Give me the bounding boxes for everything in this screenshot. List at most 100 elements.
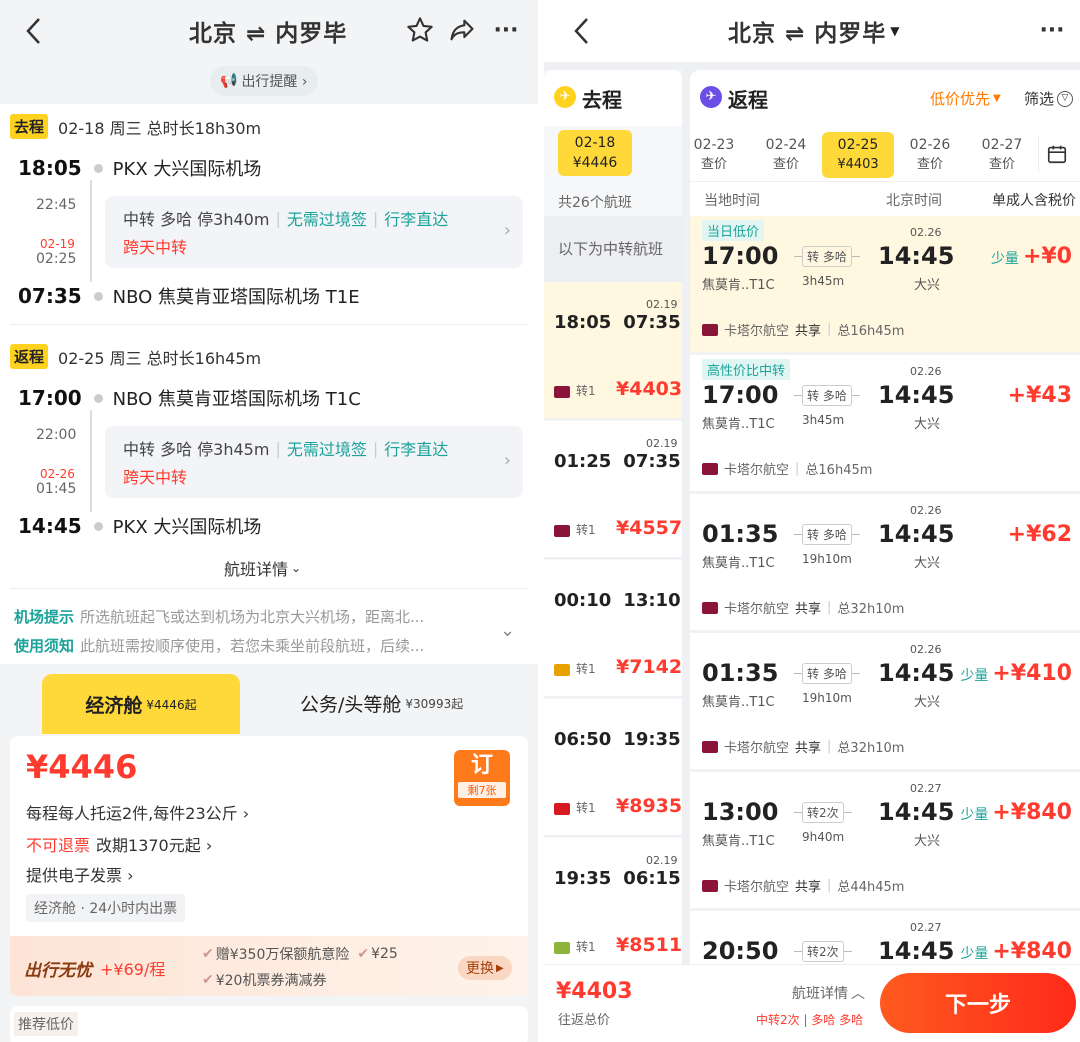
transfer-duration: 19h10m [802, 691, 852, 705]
outbound-header: 去程 02-18 周三 总时长18h30m [10, 114, 261, 139]
return-flight-row[interactable]: 01:35 焦莫肯..T1C 转 多哈 19h10m 02.26 14:45 大兴 +¥62 卡… [690, 494, 1080, 633]
arr-time: 13:10 [623, 590, 681, 611]
date-cell[interactable]: 02-24 查价 [750, 132, 822, 178]
sort-dropdown[interactable]: 低价优先 ▼ [930, 88, 1001, 109]
section-divider [10, 324, 528, 325]
inbound-dep-airport: NBO 焦莫肯亚塔国际机场 T1C [112, 389, 361, 410]
usage-notice[interactable]: 使用须知 此航班需按顺序使用，若您未乘坐前段航班，后续... [14, 635, 424, 656]
outbound-flight-row[interactable]: 06:50 19:35 转1 ¥8935 [544, 699, 682, 837]
return-flight-row[interactable]: 当日低价 17:00 焦莫肯..T1C 转 多哈 3h45m 02.26 14:45 大兴 少量… [690, 216, 1080, 355]
outbound-date-chip[interactable]: 02-18 ¥4446 [558, 130, 632, 176]
price-block: 少量 +¥0 [991, 244, 1072, 269]
flight-price: +¥840 [992, 939, 1072, 964]
inbound-mid-time: 22:00 [36, 427, 77, 443]
flight-price: +¥62 [1007, 522, 1072, 547]
insurance-change-label: 更换 [466, 961, 494, 977]
caret-down-icon: ▼ [890, 24, 900, 38]
dep-time: 06:50 [554, 729, 612, 750]
star-icon[interactable] [404, 14, 436, 46]
share-icon[interactable] [446, 14, 478, 46]
flight-price: +¥840 [992, 800, 1072, 825]
expand-chevron-icon[interactable]: ⌄ [500, 620, 515, 641]
filter-button[interactable]: 筛选 ▽ [1024, 88, 1074, 109]
date-cell[interactable]: 02-23 查价 [690, 132, 750, 178]
date-cell-date: 02-26 [909, 137, 951, 153]
outbound-transit-box[interactable]: 中转 多哈 停3h40m | 无需过境签 | 行李直达 跨天中转 › [105, 196, 523, 268]
date-cell-date: 02-23 [693, 137, 735, 153]
via-label: 转2次 [802, 802, 844, 823]
outbound-tag: 去程 [10, 114, 49, 139]
stops-label: 转1 [576, 523, 596, 537]
airline-name: 卡塔尔航空 [724, 602, 790, 617]
outbound-flight-row[interactable]: 00:10 13:10 转1 ¥7142 [544, 560, 682, 698]
return-flight-row[interactable]: 高性价比中转 17:00 焦莫肯..T1C 转 多哈 3h45m 02.26 14:45 大兴… [690, 355, 1080, 494]
outbound-mid-time: 22:45 [36, 197, 77, 213]
transfer-duration: 19h10m [802, 552, 852, 566]
fare-invoice[interactable]: 提供电子发票 › [26, 862, 134, 886]
tab-economy[interactable]: 经济舱 ¥4446起 [42, 674, 240, 734]
back-icon[interactable] [566, 14, 596, 48]
airline-line: 卡塔尔航空 共享 | 总32h10m [702, 737, 904, 756]
airline-logo-icon [554, 942, 570, 954]
tab-business[interactable]: 公务/头等舱 ¥30993起 [300, 690, 463, 717]
flight-price: ¥8935 [616, 795, 683, 817]
flight-detail-link[interactable]: 航班详情 ⌄ [224, 556, 301, 580]
outbound-flight-row[interactable]: 02.19 01:25 07:35 转1 ¥4557 [544, 421, 682, 559]
arr-time: 07:35 [623, 451, 681, 472]
airline-logo-icon [554, 664, 570, 676]
recommend-label: 推荐低价 [14, 1012, 78, 1036]
business-price: ¥30993起 [405, 697, 464, 711]
dep-time: 01:25 [554, 451, 612, 472]
line [794, 951, 802, 952]
insurance-price: +¥69/程 [100, 960, 166, 979]
date-cell-price: 查价 [700, 157, 727, 172]
stops-label: 转1 [576, 384, 596, 398]
outbound-arr-mid-time: 02:25 [36, 251, 77, 267]
timeline-dot [93, 521, 103, 531]
fare-refund-line[interactable]: 不可退票 改期1370元起 › [26, 832, 212, 856]
sep: | [827, 878, 832, 893]
arr-airport: 大兴 [914, 834, 941, 849]
more-icon[interactable]: ··· [1036, 14, 1068, 46]
arr-time: 14:45 [878, 520, 955, 548]
inbound-transit-box[interactable]: 中转 多哈 停3h45m | 无需过境签 | 行李直达 跨天中转 › [105, 426, 523, 498]
next-step-button[interactable]: 下一步 [880, 973, 1076, 1033]
outbound-flight-row[interactable]: 02.19 18:05 07:35 转1 ¥4403 [544, 282, 682, 420]
date-cell[interactable]: 02-25 ¥4403 [822, 132, 894, 178]
dep-time: 20:50 [702, 937, 779, 965]
via-label: 转 多哈 [802, 663, 852, 684]
return-flight-row[interactable]: 13:00 焦莫肯..T1C 转2次 9h40m 02.27 14:45 大兴 少量 +¥840… [690, 772, 1080, 911]
fare-baggage[interactable]: 每程每人托运2件,每件23公斤 › [26, 800, 249, 824]
outbound-tab-header: ✈ 去程 [544, 70, 682, 126]
dep-airport: 焦莫肯..T1C [702, 834, 775, 849]
route-selector[interactable]: 北京 ⇌ 内罗毕 ▼ [728, 14, 900, 48]
via-label: 转 多哈 [802, 385, 852, 406]
outbound-date-info: 02-18 周三 总时长18h30m [58, 118, 262, 138]
airline-logo-icon [554, 803, 570, 815]
airline-logo-icon [702, 462, 718, 475]
return-flight-row[interactable]: 01:35 焦莫肯..T1C 转 多哈 19h10m 02.26 14:45 大兴 少量 +¥4… [690, 633, 1080, 772]
airport-notice[interactable]: 机场提示 所选航班起飞或达到机场为北京大兴机场，距离北... [14, 606, 424, 627]
total-duration: 总32h10m [837, 602, 905, 617]
footer-details-link[interactable]: 航班详情 ︿ [792, 983, 865, 1003]
insurance-change-button[interactable]: 更换 ▶ [458, 956, 512, 980]
remaining-tickets: 剩7张 [458, 782, 506, 798]
airline-logo-icon [702, 740, 718, 753]
more-icon[interactable]: ··· [490, 14, 522, 46]
total-duration: 总16h45m [805, 463, 873, 478]
outbound-flight-row[interactable]: 02.19 19:35 06:15 转1 ¥8511 [544, 838, 682, 976]
back-icon[interactable] [18, 14, 48, 48]
insurance-bar[interactable]: 出行无忧 +¥69/程 ✔ 赠¥350万保额航意险 ✔ ¥25 ✔ ¥20机票券满减券… [10, 936, 528, 996]
date-cell[interactable]: 02-26 查价 [894, 132, 966, 178]
date-cell[interactable]: 02-27 查价 [966, 132, 1038, 178]
recommend-card: 推荐低价 [10, 1006, 528, 1042]
dep-time: 01:35 [702, 659, 779, 687]
flight-times: 18:05 07:35 [554, 312, 681, 333]
travel-reminder-chip[interactable]: 📢 出行提醒 › [210, 66, 318, 96]
dep-airport: 焦莫肯..T1C [702, 695, 775, 710]
next-day-label: 02.27 [910, 921, 942, 934]
book-button[interactable]: 订 剩7张 [454, 750, 510, 806]
calendar-icon[interactable] [1038, 136, 1074, 172]
inbound-cross-day: 跨天中转 [123, 468, 188, 487]
total-duration: 总16h45m [837, 324, 905, 339]
